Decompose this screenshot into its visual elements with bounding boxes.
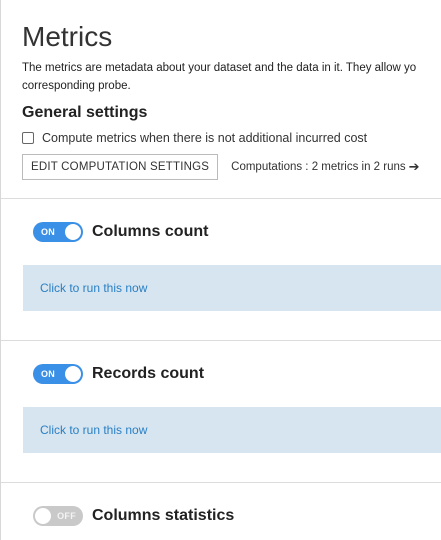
toggle-knob [65, 366, 81, 382]
probe-toggle-switch[interactable]: ON [33, 222, 83, 242]
probe-header: OFF Columns statistics [1, 483, 441, 540]
run-now-link[interactable]: Click to run this now [40, 423, 147, 437]
probe-name: Columns statistics [92, 507, 235, 524]
probe-header: ON Records count [1, 341, 441, 407]
run-panel: Click to run this now [23, 265, 441, 311]
probe-columns-count: ON Columns count Click to run this now [1, 198, 441, 311]
edit-computation-settings-button[interactable]: EDIT COMPUTATION SETTINGS [22, 154, 219, 180]
probe-columns-statistics: OFF Columns statistics [1, 482, 441, 540]
metrics-page: Metrics The metrics are metadata about y… [0, 0, 441, 540]
compute-metrics-label: Compute metrics when there is not additi… [42, 131, 368, 145]
run-panel: Click to run this now [23, 407, 441, 453]
probe-toggle-switch[interactable]: ON [33, 364, 83, 384]
probe-name: Records count [92, 365, 205, 382]
toggle-label: OFF [57, 511, 76, 521]
run-now-link[interactable]: Click to run this now [40, 281, 147, 295]
toggle-label: ON [41, 369, 56, 379]
arrow-right-icon: ➔ [408, 159, 420, 174]
page-description: The metrics are metadata about your data… [22, 59, 441, 95]
toggle-knob [65, 224, 81, 240]
computation-actions: EDIT COMPUTATION SETTINGS Computations :… [22, 154, 441, 180]
description-line-2: corresponding probe. [22, 80, 131, 92]
metrics-header: Metrics The metrics are metadata about y… [1, 0, 441, 180]
computations-link[interactable]: Computations : 2 metrics in 2 runs ➔ [231, 159, 419, 175]
computations-summary: Computations : 2 metrics in 2 runs [231, 161, 406, 173]
toggle-label: ON [41, 227, 56, 237]
toggle-knob [35, 508, 51, 524]
description-line-1: The metrics are metadata about your data… [22, 62, 417, 74]
page-title: Metrics [22, 21, 113, 52]
compute-metrics-option: Compute metrics when there is not additi… [22, 131, 441, 145]
probe-records-count: ON Records count Click to run this now [1, 340, 441, 453]
general-settings-title: General settings [22, 104, 148, 121]
probe-header: ON Columns count [1, 199, 441, 265]
compute-metrics-checkbox[interactable] [22, 132, 34, 144]
probe-toggle-switch[interactable]: OFF [33, 506, 83, 526]
probe-name: Columns count [92, 223, 209, 240]
